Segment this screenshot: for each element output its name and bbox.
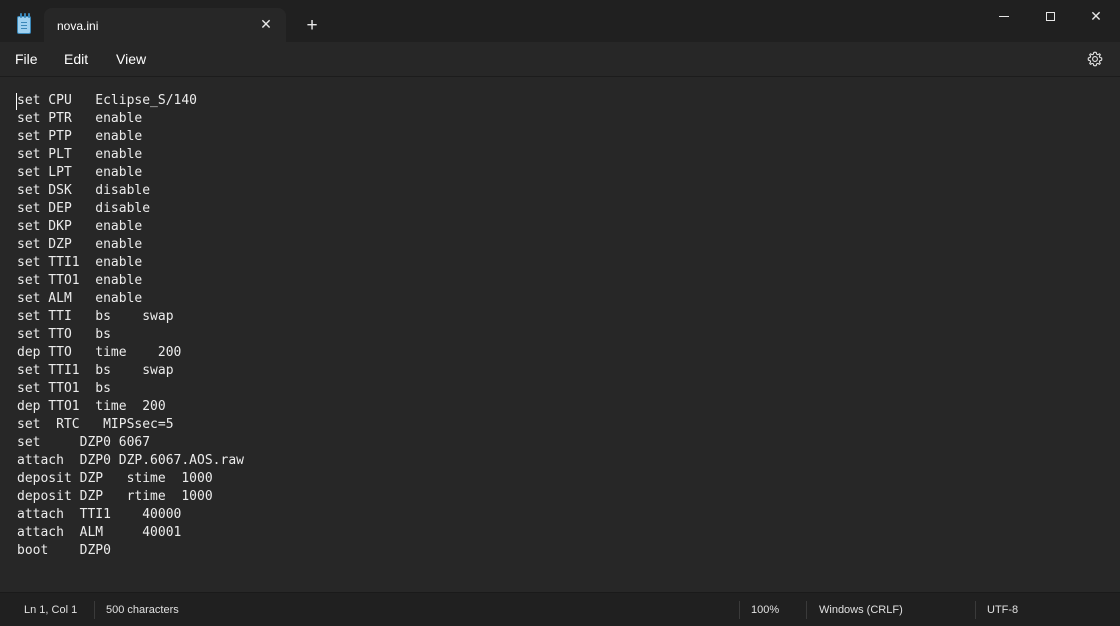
editor-content[interactable]: set CPU Eclipse_S/140 set PTR enable set… xyxy=(17,92,244,560)
cursor-position: Ln 1, Col 1 xyxy=(24,604,78,616)
settings-button[interactable] xyxy=(1086,50,1104,68)
maximize-icon xyxy=(1045,11,1055,21)
text-caret xyxy=(16,93,17,110)
gear-icon xyxy=(1087,51,1103,67)
status-bar: Ln 1, Col 1 500 characters 100% Windows … xyxy=(0,592,1120,626)
status-divider xyxy=(739,601,740,619)
notepad-icon xyxy=(17,13,31,34)
maximize-button[interactable] xyxy=(1027,0,1073,32)
menu-view[interactable]: View xyxy=(116,51,146,67)
new-tab-button[interactable]: + xyxy=(300,14,324,38)
close-icon: ✕ xyxy=(1090,7,1102,24)
minimize-icon xyxy=(999,15,1009,17)
menu-file[interactable]: File xyxy=(15,51,38,67)
tab-nova-ini[interactable]: nova.ini ✕ xyxy=(44,8,286,42)
title-bar: nova.ini ✕ + ✕ xyxy=(0,0,1120,42)
text-editor[interactable]: set CPU Eclipse_S/140 set PTR enable set… xyxy=(0,76,1120,592)
tab-title: nova.ini xyxy=(57,19,99,33)
status-divider xyxy=(94,601,95,619)
menu-bar: File Edit View xyxy=(0,42,1120,76)
encoding[interactable]: UTF-8 xyxy=(987,604,1018,616)
character-count: 500 characters xyxy=(106,604,179,616)
close-window-button[interactable]: ✕ xyxy=(1073,0,1119,32)
status-divider xyxy=(975,601,976,619)
zoom-level[interactable]: 100% xyxy=(751,604,779,616)
line-ending[interactable]: Windows (CRLF) xyxy=(819,604,903,616)
close-tab-button[interactable]: ✕ xyxy=(256,14,276,34)
minimize-button[interactable] xyxy=(981,0,1027,32)
notepad-window: nova.ini ✕ + ✕ File Edit View set CPU Ec… xyxy=(0,0,1120,626)
menu-edit[interactable]: Edit xyxy=(64,51,88,67)
status-divider xyxy=(806,601,807,619)
